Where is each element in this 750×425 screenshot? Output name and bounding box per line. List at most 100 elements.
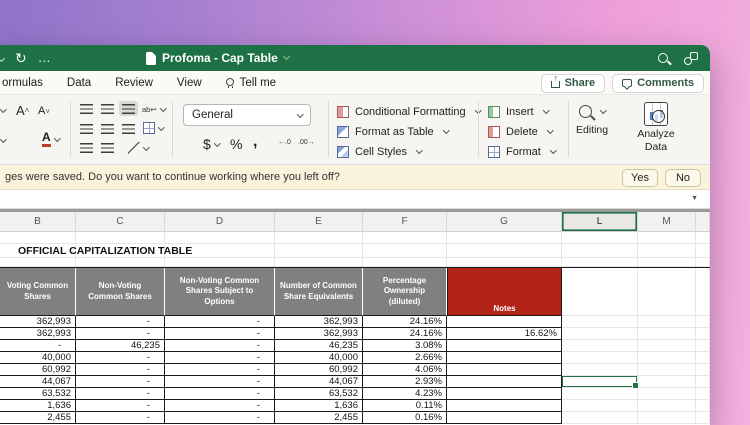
empty-cell[interactable]	[638, 400, 696, 412]
editing-button[interactable]: Editing	[576, 105, 608, 136]
cell-E[interactable]: 1,636	[275, 400, 363, 412]
empty-cell[interactable]	[76, 232, 165, 244]
table-header-D[interactable]: Non-Voting Common Shares Subject to Opti…	[165, 268, 275, 316]
cell-G[interactable]	[447, 388, 562, 400]
presence-icon[interactable]	[684, 52, 698, 65]
empty-cell[interactable]	[696, 376, 710, 388]
empty-cell[interactable]	[447, 244, 562, 258]
chevron-down-icon[interactable]	[0, 106, 6, 112]
cell-E[interactable]: 362,993	[275, 316, 363, 328]
comma-format-button[interactable]: ,	[253, 133, 257, 151]
empty-cell[interactable]	[275, 244, 363, 258]
ribbon-tab-ormulas[interactable]: ormulas	[2, 77, 43, 89]
column-header-E[interactable]: E	[275, 212, 363, 232]
insert-button[interactable]: Insert	[488, 102, 548, 121]
currency-format-button[interactable]: $	[203, 136, 219, 152]
ribbon-tab-tell-me[interactable]: Tell me	[226, 77, 276, 89]
empty-cell[interactable]	[638, 412, 696, 424]
cell-B[interactable]: -	[0, 340, 76, 352]
empty-cell[interactable]	[562, 232, 638, 244]
empty-cell[interactable]	[0, 258, 76, 267]
empty-cell[interactable]	[165, 232, 275, 244]
empty-cell[interactable]	[696, 340, 710, 352]
empty-cell[interactable]	[562, 316, 638, 328]
decrease-decimal-button[interactable]: .00→	[298, 139, 315, 146]
cell-C[interactable]: -	[76, 388, 165, 400]
orientation-button[interactable]	[128, 142, 149, 154]
cell-D[interactable]: -	[165, 364, 275, 376]
collapse-caret-icon[interactable]: ▼	[691, 195, 698, 202]
align-left-icon[interactable]	[80, 124, 93, 134]
cell-E[interactable]: 63,532	[275, 388, 363, 400]
empty-cell[interactable]	[638, 388, 696, 400]
empty-cell[interactable]	[165, 258, 275, 267]
comments-button[interactable]: Comments	[612, 74, 704, 93]
cell-B[interactable]: 63,532	[0, 388, 76, 400]
cell-G[interactable]	[447, 400, 562, 412]
column-header-F[interactable]: F	[363, 212, 447, 232]
cell-C[interactable]: -	[76, 376, 165, 388]
sheet-title-cell[interactable]: OFFICIAL CAPITALIZATION TABLE	[18, 245, 192, 257]
cell-D[interactable]: -	[165, 340, 275, 352]
align-right-icon[interactable]	[122, 124, 135, 134]
align-center-icon[interactable]	[101, 124, 114, 134]
table-header-E[interactable]: Number of Common Share Equivalents	[275, 268, 363, 316]
cell-B[interactable]: 362,993	[0, 316, 76, 328]
ribbon-tab-review[interactable]: Review	[115, 77, 153, 89]
empty-cell[interactable]	[562, 352, 638, 364]
align-top-icon[interactable]	[80, 104, 93, 114]
empty-cell[interactable]	[562, 400, 638, 412]
empty-cell[interactable]	[562, 388, 638, 400]
cell-B[interactable]: 1,636	[0, 400, 76, 412]
cell-C[interactable]: -	[76, 364, 165, 376]
empty-cell[interactable]	[562, 258, 638, 267]
cell-D[interactable]: -	[165, 388, 275, 400]
cell-D[interactable]: -	[165, 328, 275, 340]
cell-G[interactable]: 16.62%	[447, 328, 562, 340]
table-header-B[interactable]: Voting Common Shares	[0, 268, 76, 316]
cell-E[interactable]: 44,067	[275, 376, 363, 388]
cell-B[interactable]: 40,000	[0, 352, 76, 364]
empty-cell[interactable]	[696, 316, 710, 328]
number-format-dropdown[interactable]: General	[183, 104, 311, 126]
cell-F[interactable]: 4.06%	[363, 364, 447, 376]
wrap-text-button[interactable]	[142, 103, 165, 115]
align-middle-icon[interactable]	[101, 104, 114, 114]
empty-cell[interactable]	[638, 232, 696, 244]
empty-cell[interactable]	[638, 244, 696, 258]
cell-E[interactable]: 40,000	[275, 352, 363, 364]
table-header-C[interactable]: Non-Voting Common Shares	[76, 268, 165, 316]
empty-cell[interactable]	[562, 328, 638, 340]
column-header-C[interactable]: C	[76, 212, 165, 232]
formula-bar[interactable]: ▼	[0, 190, 710, 209]
cell-C[interactable]: -	[76, 316, 165, 328]
cell-E[interactable]: 362,993	[275, 328, 363, 340]
chevron-down-icon[interactable]	[0, 54, 5, 61]
cell-C[interactable]: -	[76, 412, 165, 424]
ribbon-tab-view[interactable]: View	[177, 77, 202, 89]
ribbon-tab-data[interactable]: Data	[67, 77, 91, 89]
merge-cells-button[interactable]	[143, 122, 164, 134]
empty-cell[interactable]	[562, 340, 638, 352]
cell-G[interactable]	[447, 412, 562, 424]
empty-cell[interactable]	[696, 328, 710, 340]
cell-F[interactable]: 4.23%	[363, 388, 447, 400]
cell-F[interactable]: 24.16%	[363, 328, 447, 340]
empty-cell[interactable]	[638, 316, 696, 328]
column-header-D[interactable]: D	[165, 212, 275, 232]
cell-F[interactable]: 0.16%	[363, 412, 447, 424]
decrease-font-size-button[interactable]	[38, 105, 50, 117]
conditional-formatting-button[interactable]: Conditional Formatting	[337, 102, 480, 121]
empty-cell[interactable]	[363, 232, 447, 244]
empty-cell[interactable]	[638, 352, 696, 364]
refresh-icon[interactable]: ↻	[15, 51, 27, 65]
yes-button[interactable]: Yes	[622, 169, 658, 187]
empty-cell[interactable]	[696, 400, 710, 412]
more-options-icon[interactable]: …	[38, 55, 52, 60]
cell-D[interactable]: -	[165, 400, 275, 412]
cell-E[interactable]: 46,235	[275, 340, 363, 352]
cell-E[interactable]: 2,455	[275, 412, 363, 424]
share-button[interactable]: Share	[541, 74, 606, 93]
align-bottom-button[interactable]	[119, 101, 138, 116]
cell-G[interactable]	[447, 340, 562, 352]
